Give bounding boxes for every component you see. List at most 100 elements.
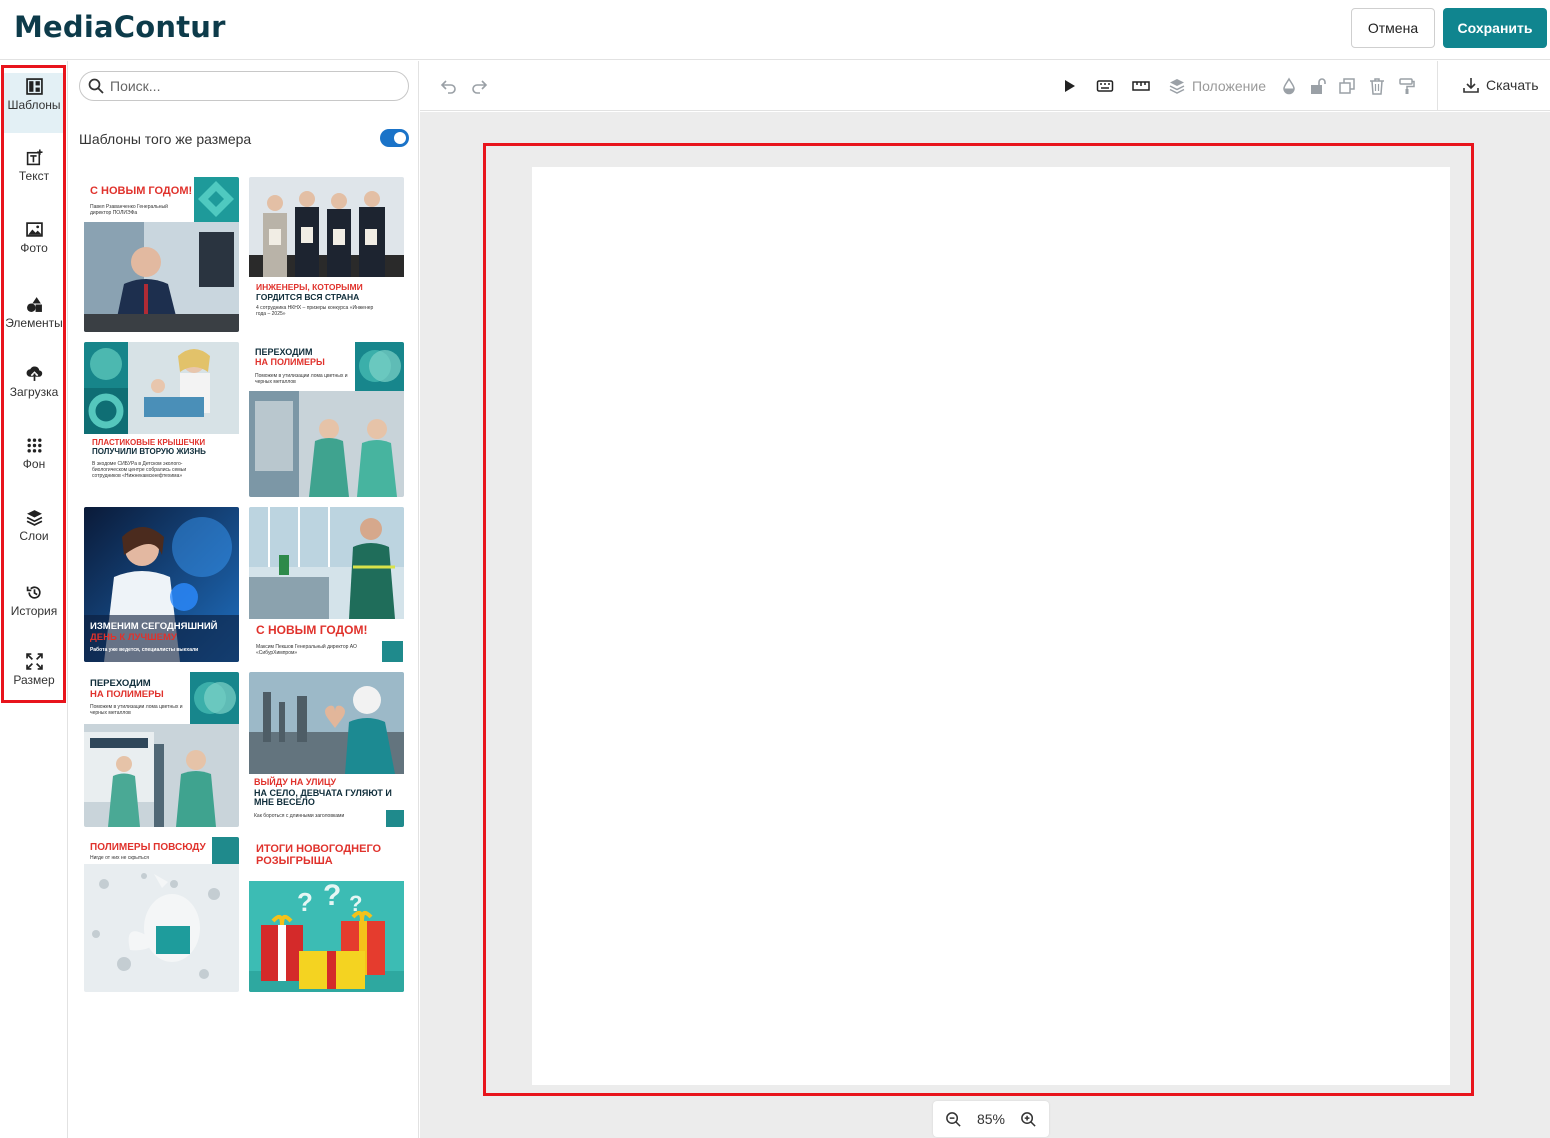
decor-diamond (194, 177, 239, 222)
zoom-level: 85% (976, 1111, 1006, 1127)
photo-engineers-group (249, 177, 404, 277)
keyboard-icon (1096, 80, 1114, 92)
background-icon (26, 438, 42, 453)
template-title: ПОЛИМЕРЫ ПОВСЮДУ (90, 842, 206, 853)
download-label: Скачать (1486, 77, 1539, 93)
download-icon (1463, 78, 1479, 93)
illustration-gifts: ??? (249, 881, 404, 992)
position-button[interactable] (1168, 77, 1186, 95)
sidebar-item-label: История (10, 604, 58, 618)
template-card[interactable]: С НОВЫМ ГОДОМ! Павел Рзаванченко Генерал… (84, 177, 239, 332)
copy-icon (1339, 78, 1355, 94)
save-button[interactable]: Сохранить (1443, 8, 1547, 48)
template-title-2: НА ПОЛИМЕРЫ (255, 357, 325, 367)
template-title-2: ПОЛУЧИЛИ ВТОРУЮ ЖИЗНЬ (92, 447, 206, 456)
template-subtitle: Поможем в утилизации лома цветных и черн… (255, 373, 348, 385)
template-subtitle: Как бороться с длинными заголовками (254, 813, 345, 819)
app-header: MediaContur Отмена Сохранить (0, 0, 1550, 60)
photo-lab-workers (249, 391, 404, 497)
zoom-out-icon[interactable] (945, 1111, 962, 1128)
layers-icon (26, 510, 42, 526)
template-card[interactable]: ИНЖЕНЕРЫ, КОТОРЫМИ ГОРДИТСЯ ВСЯ СТРАНА 4… (249, 177, 404, 332)
undo-icon (440, 80, 456, 94)
sidebar-item-layers[interactable]: Слои (4, 509, 64, 543)
unlock-icon (1311, 78, 1326, 94)
template-subtitle: Павел Рзаванченко Генеральный директор П… (90, 204, 168, 216)
same-size-toggle[interactable] (380, 129, 409, 147)
sidebar-item-label: Фото (20, 241, 48, 255)
template-card[interactable]: ПОЛИМЕРЫ ПОВСЮДУ Нигде от них не скрытьс… (84, 837, 239, 992)
resize-icon (25, 653, 43, 670)
search-icon (88, 78, 104, 94)
photo-man-at-desk (84, 222, 239, 332)
template-card[interactable]: ПЕРЕХОДИМ НА ПОЛИМЕРЫ Поможем в утилизац… (249, 342, 404, 497)
sidebar-item-label: Текст (18, 169, 50, 183)
illustration-snow-fox (84, 864, 239, 992)
trash-icon (1370, 78, 1384, 95)
sidebar-item-templates[interactable]: Шаблоны (4, 73, 64, 133)
toolbar-divider (1437, 61, 1438, 111)
same-size-label: Шаблоны того же размера (79, 131, 252, 147)
photo-icon (25, 222, 43, 237)
format-painter-button[interactable] (1398, 77, 1416, 95)
decor-circles (190, 672, 239, 724)
templates-icon (25, 78, 43, 95)
template-card[interactable]: ПЛАСТИКОВЫЕ КРЫШЕЧКИ ПОЛУЧИЛИ ВТОРУЮ ЖИЗ… (84, 342, 239, 497)
decor-circles (355, 342, 404, 391)
template-title-2: НА СЕЛО, ДЕВЧАТА ГУЛЯЮТ И МНЕ ВЕСЕЛО (254, 788, 392, 808)
sidebar-item-upload[interactable]: Загрузка (4, 365, 64, 399)
sidebar-item-background[interactable]: Фон (4, 437, 64, 471)
search-input[interactable] (110, 78, 390, 94)
svg-text:?: ? (323, 881, 341, 912)
duplicate-button[interactable] (1338, 77, 1356, 95)
template-title-2: НА ПОЛИМЕРЫ (90, 689, 164, 700)
text-icon (26, 149, 42, 166)
decor-square (212, 837, 239, 864)
play-preview-button[interactable] (1060, 77, 1078, 95)
template-subtitle: Поможем в утилизации лома цветных и черн… (90, 704, 183, 716)
elements-icon (26, 297, 42, 312)
template-title: ИТОГИ НОВОГОДНЕГО РОЗЫГРЫША (256, 843, 382, 867)
delete-button[interactable] (1368, 77, 1386, 95)
redo-icon (472, 80, 488, 94)
template-title: ПЕРЕХОДИМ (90, 678, 151, 689)
template-subtitle: 4 сотрудника НКНХ – призеры конкурса «Ин… (256, 305, 374, 317)
template-subtitle: Работа уже ведется, специалисты выехали (90, 647, 199, 653)
keyboard-shortcuts-button[interactable] (1096, 77, 1114, 95)
sidebar-item-elements[interactable]: Элементы (4, 296, 64, 330)
template-card[interactable]: ИЗМЕНИМ СЕГОДНЯШНИЙ ДЕНЬ К ЛУЧШЕМУ Работ… (84, 507, 239, 662)
search-box[interactable] (79, 71, 409, 101)
template-card[interactable]: ИТОГИ НОВОГОДНЕГО РОЗЫГРЫША ??? (249, 837, 404, 992)
sidebar-item-history[interactable]: История (4, 584, 64, 618)
play-icon (1065, 80, 1075, 92)
ruler-button[interactable] (1132, 77, 1150, 95)
decor-square (386, 810, 404, 827)
sidebar-item-resize[interactable]: Размер (4, 653, 64, 687)
template-title: ИЗМЕНИМ СЕГОДНЯШНИЙ (90, 621, 218, 632)
sidebar-item-label: Шаблоны (7, 98, 61, 112)
sidebar-item-text[interactable]: Текст (4, 149, 64, 183)
position-label[interactable]: Положение (1192, 78, 1266, 94)
photo-man-in-uniform (249, 507, 404, 619)
lock-button[interactable] (1309, 77, 1327, 95)
template-card[interactable]: С НОВЫМ ГОДОМ! Максим Пекшов Генеральный… (249, 507, 404, 662)
template-card[interactable]: ПЕРЕХОДИМ НА ПОЛИМЕРЫ Поможем в утилизац… (84, 672, 239, 827)
template-title-2: ГОРДИТСЯ ВСЯ СТРАНА (256, 292, 360, 302)
design-canvas[interactable] (532, 167, 1450, 1085)
redo-button[interactable] (470, 77, 488, 95)
sidebar-item-photo[interactable]: Фото (4, 221, 64, 255)
template-card[interactable]: ВЫЙДУ НА УЛИЦУ НА СЕЛО, ДЕВЧАТА ГУЛЯЮТ И… (249, 672, 404, 827)
undo-button[interactable] (440, 77, 458, 95)
upload-icon (26, 366, 42, 381)
ruler-icon (1132, 81, 1150, 91)
photo-heart-hands-plant (249, 672, 404, 774)
cancel-button[interactable]: Отмена (1351, 8, 1435, 48)
opacity-button[interactable] (1280, 77, 1298, 95)
zoom-in-icon[interactable] (1020, 1111, 1037, 1128)
download-button[interactable]: Скачать (1462, 76, 1539, 94)
zoom-control: 85% (933, 1101, 1049, 1137)
history-icon (26, 586, 41, 599)
template-subtitle: В экодоме СИБУРа в Детском эколого-биоло… (92, 461, 187, 479)
droplet-icon (1283, 77, 1295, 95)
template-title: ИНЖЕНЕРЫ, КОТОРЫМИ (256, 282, 363, 292)
